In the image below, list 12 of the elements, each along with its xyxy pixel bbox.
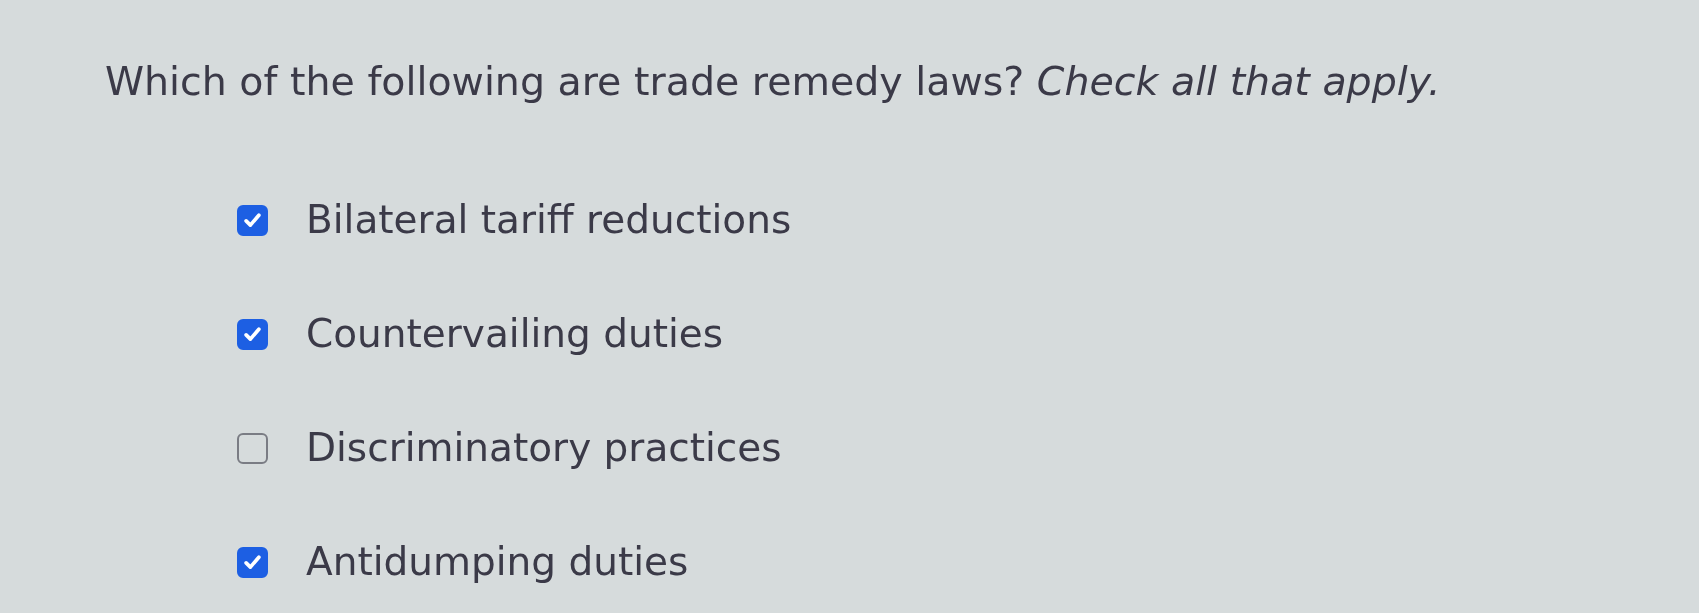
- checkbox[interactable]: [237, 204, 268, 236]
- checkbox[interactable]: [237, 318, 268, 350]
- option-label[interactable]: Countervailing duties: [306, 310, 724, 358]
- check-icon: [244, 554, 261, 570]
- option-label[interactable]: Bilateral tariff reductions: [306, 196, 792, 244]
- checkbox[interactable]: [237, 546, 268, 578]
- question-text: Which of the following are trade remedy laws? Check all that apply.: [105, 57, 1441, 106]
- check-icon: [244, 212, 261, 228]
- option-label[interactable]: Discriminatory practices: [306, 424, 782, 472]
- checkbox[interactable]: [237, 432, 268, 464]
- option-label[interactable]: Antidumping duties: [306, 538, 689, 586]
- check-icon: [244, 326, 261, 342]
